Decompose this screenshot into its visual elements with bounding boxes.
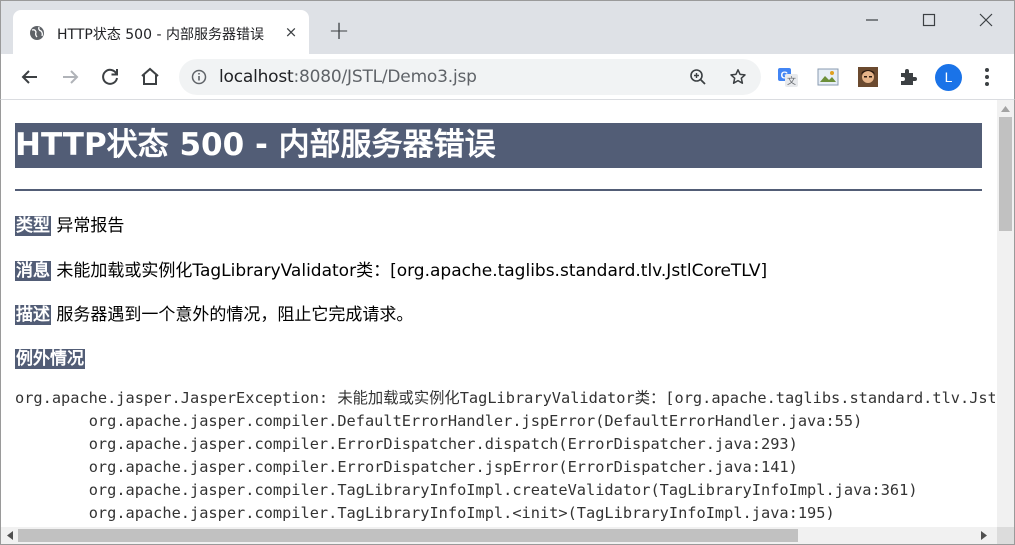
back-icon[interactable] bbox=[17, 64, 43, 90]
horizontal-scroll-thumb[interactable] bbox=[18, 529, 798, 542]
svg-text:文: 文 bbox=[787, 75, 796, 87]
scroll-left-icon[interactable] bbox=[6, 531, 13, 540]
vertical-scrollbar[interactable] bbox=[997, 100, 1014, 528]
page-viewport: HTTP状态 500 - 内部服务器错误 类型 异常报告 消息 未能加载或实例化… bbox=[0, 100, 1015, 545]
scrollbar-corner bbox=[997, 527, 1014, 544]
kebab-menu-icon[interactable] bbox=[981, 67, 993, 87]
type-value: 异常报告 bbox=[56, 216, 125, 236]
divider bbox=[15, 189, 982, 191]
info-icon[interactable] bbox=[191, 69, 207, 85]
message-label: 消息 bbox=[15, 261, 51, 281]
address-bar[interactable]: localhost:8080/JSTL/Demo3.jsp bbox=[179, 59, 761, 95]
tab-title: HTTP状态 500 - 内部服务器错误 bbox=[57, 27, 264, 43]
tab-active[interactable]: HTTP状态 500 - 内部服务器错误 × bbox=[13, 10, 309, 55]
type-line: 类型 异常报告 bbox=[15, 211, 124, 236]
description-line: 描述 服务器遇到一个意外的情况，阻止它完成请求。 bbox=[15, 300, 413, 325]
error-page: HTTP状态 500 - 内部服务器错误 类型 异常报告 消息 未能加载或实例化… bbox=[15, 100, 995, 525]
message-value: 未能加载或实例化TagLibraryValidator类：[org.apache… bbox=[56, 261, 768, 281]
browser-toolbar: localhost:8080/JSTL/Demo3.jsp G 文 L bbox=[0, 54, 1015, 100]
type-label: 类型 bbox=[15, 216, 51, 236]
description-value: 服务器遇到一个意外的情况，阻止它完成请求。 bbox=[56, 305, 414, 325]
window-close-icon[interactable] bbox=[971, 9, 1001, 31]
page-title: HTTP状态 500 - 内部服务器错误 bbox=[15, 123, 982, 168]
globe-icon bbox=[30, 26, 44, 40]
avatar-extension-icon[interactable] bbox=[857, 66, 879, 88]
vertical-scroll-thumb[interactable] bbox=[999, 117, 1012, 231]
stack-trace: org.apache.jasper.JasperException: 未能加载或… bbox=[15, 389, 995, 522]
exception-line: 例外情况 bbox=[15, 344, 85, 369]
puzzle-icon[interactable] bbox=[897, 66, 919, 88]
description-label: 描述 bbox=[15, 305, 51, 325]
image-extension-icon[interactable] bbox=[817, 66, 839, 88]
url-host: localhost bbox=[219, 67, 294, 87]
scroll-right-icon[interactable] bbox=[981, 531, 988, 540]
message-line: 消息 未能加载或实例化TagLibraryValidator类：[org.apa… bbox=[15, 256, 767, 281]
scroll-up-icon[interactable] bbox=[1001, 105, 1010, 112]
zoom-icon[interactable] bbox=[689, 68, 707, 86]
close-icon[interactable]: × bbox=[283, 24, 299, 40]
forward-icon[interactable] bbox=[57, 64, 83, 90]
maximize-icon[interactable] bbox=[914, 9, 944, 31]
translate-icon[interactable]: G 文 bbox=[777, 66, 799, 88]
reload-icon[interactable] bbox=[97, 64, 123, 90]
home-icon[interactable] bbox=[137, 64, 163, 90]
url-text[interactable]: localhost:8080/JSTL/Demo3.jsp bbox=[219, 67, 477, 87]
star-icon[interactable] bbox=[729, 68, 747, 86]
url-path: :8080/JSTL/Demo3.jsp bbox=[293, 67, 477, 87]
plus-icon[interactable]: + bbox=[326, 18, 352, 45]
minimize-icon[interactable] bbox=[857, 9, 887, 31]
horizontal-scrollbar[interactable] bbox=[1, 527, 997, 544]
profile-avatar[interactable]: L bbox=[935, 64, 962, 91]
exception-label: 例外情况 bbox=[15, 349, 85, 369]
tab-strip: HTTP状态 500 - 内部服务器错误 × + bbox=[0, 0, 1015, 55]
